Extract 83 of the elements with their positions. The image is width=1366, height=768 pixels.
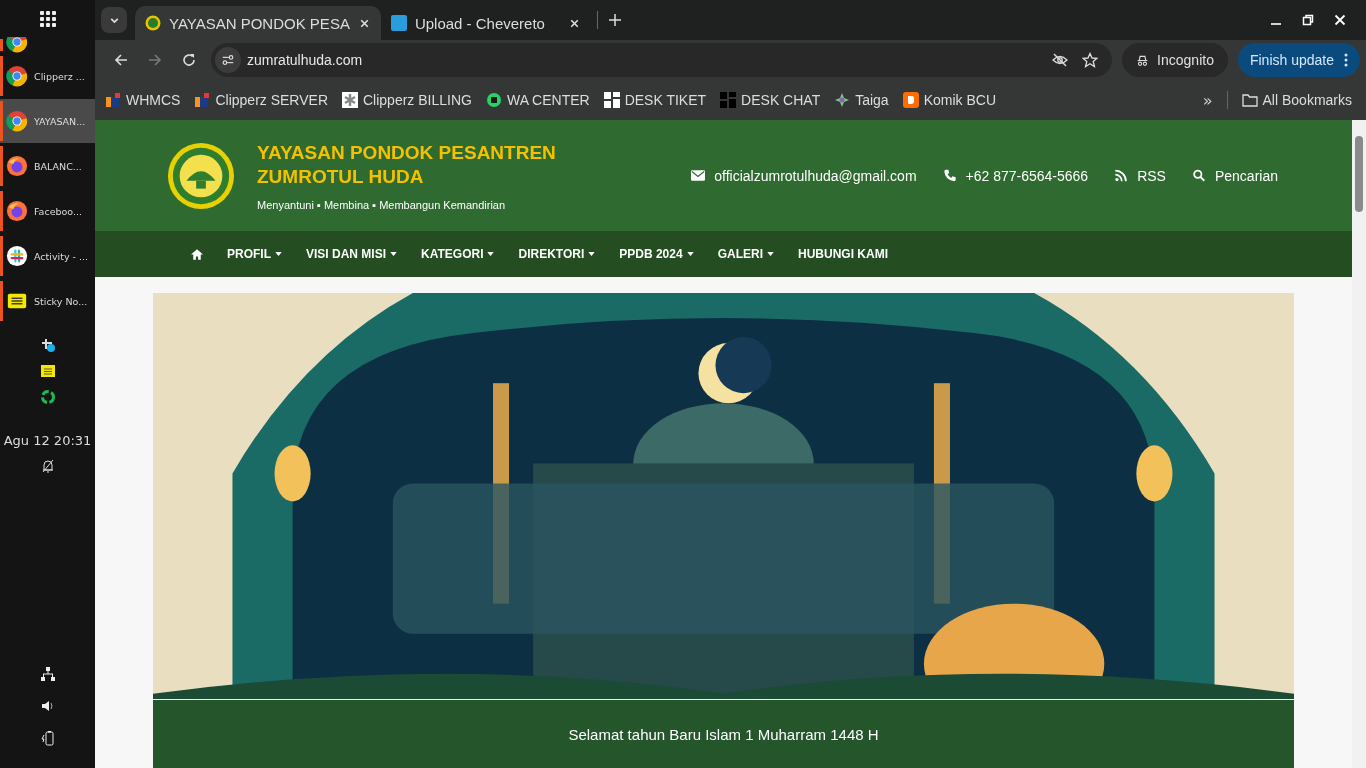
menu-item[interactable]: HUBUNGI KAMI	[798, 247, 888, 261]
menu-item[interactable]: KATEGORI	[421, 247, 495, 261]
caption-text: Selamat tahun Baru Islam 1 Muharram 1448 H	[568, 725, 879, 743]
back-icon[interactable]	[113, 52, 129, 68]
battery-icon[interactable]	[39, 730, 56, 746]
restore-icon[interactable]	[1302, 14, 1314, 26]
dock-app[interactable]: Activity - ...	[0, 234, 95, 278]
clock-text[interactable]: Agu 12 20:31	[3, 433, 92, 448]
site-logo-icon	[390, 15, 407, 31]
site-settings-icon[interactable]	[215, 47, 241, 73]
forward-icon[interactable]	[147, 52, 163, 68]
menu-item[interactable]: PROFIL	[227, 247, 282, 261]
blocks-icon	[194, 92, 211, 108]
close-icon[interactable]	[1334, 14, 1346, 26]
scrollbar[interactable]	[1352, 120, 1366, 768]
asterisk-icon	[342, 92, 358, 108]
menu-item[interactable]: VISI DAN MISI	[306, 247, 397, 261]
star-icon[interactable]	[1082, 52, 1099, 68]
speaker-icon[interactable]	[39, 698, 56, 714]
new-tab-icon[interactable]	[607, 13, 622, 27]
note-icon[interactable]	[39, 363, 56, 379]
tab-list-button[interactable]	[101, 7, 127, 33]
bookmark-link[interactable]: Clipperz SERVER	[194, 92, 328, 108]
browser-tab[interactable]: YAYASAN PONDOK PESA	[135, 6, 381, 40]
app-grid-icon[interactable]	[39, 11, 56, 27]
menu-item[interactable]: GALERI	[717, 247, 774, 261]
address-bar[interactable]: zumratulhuda.com	[211, 43, 1113, 77]
fox-icon	[6, 155, 28, 177]
all-bookmarks-link[interactable]: All Bookmarks	[1241, 92, 1352, 108]
caret-icon	[390, 252, 397, 256]
rss-icon	[1114, 169, 1129, 182]
bookmark-link[interactable]: Komik BCU	[902, 92, 996, 108]
network-icon[interactable]	[39, 666, 56, 682]
envelope-icon	[691, 169, 706, 182]
header-link[interactable]: +62 877-6564-5666	[942, 167, 1089, 184]
blog-icon	[902, 92, 919, 108]
phone-icon	[942, 169, 957, 182]
search-icon	[1191, 169, 1206, 182]
fox-icon	[6, 200, 28, 222]
menu-item[interactable]: DIREKTORI	[518, 247, 596, 261]
bookmark-link[interactable]: WA CENTER	[485, 92, 590, 108]
reload-icon[interactable]	[181, 52, 197, 68]
folder-icon	[1241, 92, 1258, 108]
site-tagline: Menyantuni ▪ Membina ▪ Membangun Kemandirian	[257, 198, 507, 211]
bookmark-link[interactable]: Taiga	[834, 92, 889, 108]
dock-app[interactable]: Faceboo...	[0, 189, 95, 233]
home-icon[interactable]	[191, 248, 203, 260]
dock-app[interactable]: Sticky No...	[0, 279, 95, 323]
blocks-icon	[603, 92, 620, 108]
dock-app[interactable]: Clipperz ...	[0, 54, 95, 98]
bookmark-link[interactable]: Clipperz BILLING	[342, 92, 472, 108]
bookmark-link[interactable]: WHMCS	[105, 92, 181, 108]
caret-icon	[487, 252, 495, 256]
update-button[interactable]: Finish update	[1237, 43, 1360, 77]
spy-icon	[1136, 53, 1150, 67]
blocks-icon	[105, 92, 121, 108]
emblem-icon	[145, 15, 161, 31]
emblem-logo[interactable]	[167, 141, 235, 210]
header-link[interactable]: RSS	[1114, 167, 1166, 184]
dock-app[interactable]: BALANC...	[0, 144, 95, 188]
browser-icon	[6, 110, 28, 132]
profile-button[interactable]: Incognito	[1122, 43, 1228, 77]
eye-slash-icon[interactable]	[1052, 52, 1069, 68]
caret-icon	[588, 252, 596, 256]
bookmark-link[interactable]: DESK CHAT	[720, 92, 821, 108]
header-link[interactable]: Pencarian	[1191, 167, 1278, 184]
chat-icon	[485, 92, 502, 108]
dock-app[interactable]: YAYASAN...	[0, 99, 95, 143]
bookmark-link[interactable]: DESK TIKET	[603, 92, 707, 108]
browser-icon	[6, 37, 28, 53]
caret-icon	[275, 252, 282, 256]
header-link[interactable]: officialzumrotulhuda@gmail.com	[691, 167, 917, 184]
caret-icon	[767, 252, 774, 256]
menu-item[interactable]: PPDB 2024	[619, 247, 694, 261]
browser-tab[interactable]: Upload - Chevereto	[380, 6, 591, 40]
caret-icon	[686, 252, 694, 256]
more-icon	[1344, 53, 1348, 67]
blocks-icon	[720, 92, 737, 108]
more-bookmarks-button[interactable]: »	[1202, 90, 1213, 110]
site-title[interactable]: YAYASAN PONDOK PESANTREN ZUMROTUL HUDA	[257, 140, 556, 189]
scroll-thumb[interactable]	[1355, 136, 1363, 212]
recycle-icon[interactable]	[39, 389, 56, 405]
browser-icon	[6, 65, 28, 87]
